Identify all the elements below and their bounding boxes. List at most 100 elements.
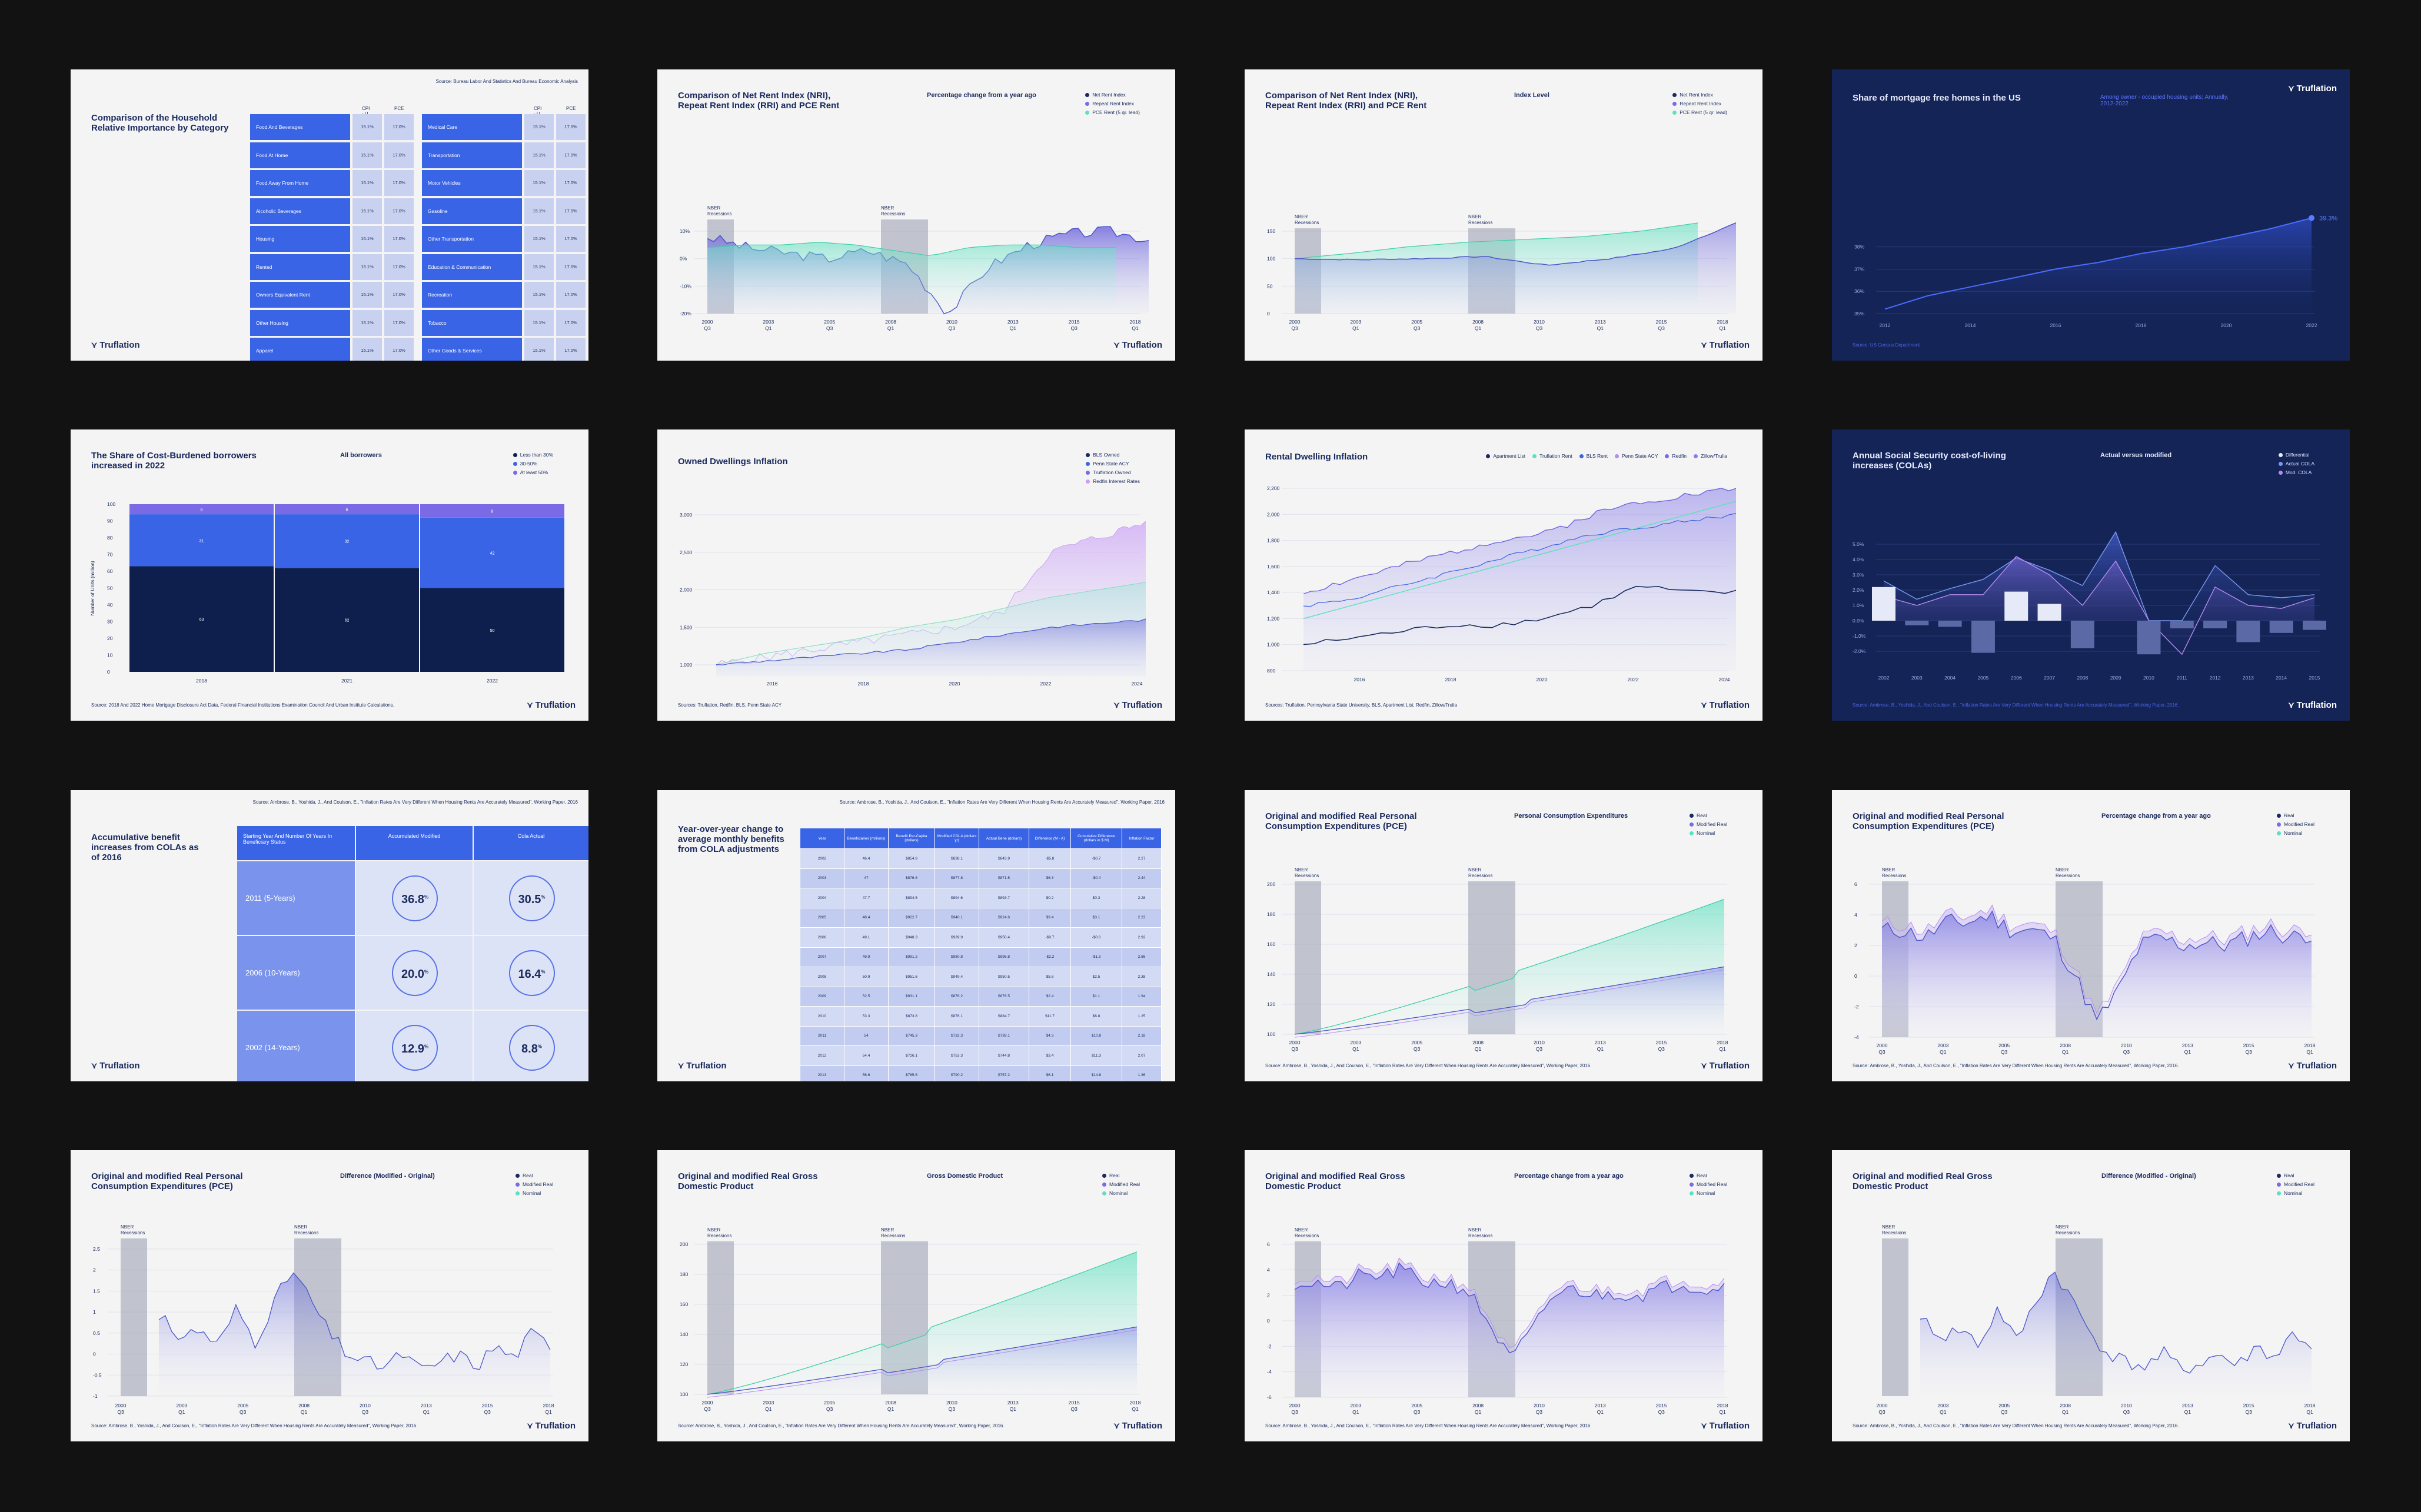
x-tick-label: 2014 xyxy=(1965,322,1976,328)
ring-value: 8.8% xyxy=(510,1043,554,1056)
x-tick-label: 2018 xyxy=(1717,1403,1728,1408)
x-tick-label: 2004 xyxy=(1944,675,1956,681)
differential-bar xyxy=(2236,621,2260,642)
legend-label: Real xyxy=(523,1173,533,1178)
table-cell: $877.8 xyxy=(935,868,979,888)
x-tick-label: 2008 xyxy=(885,1400,896,1406)
y-tick-label: 2,000 xyxy=(680,587,693,593)
legend: Real Modified Real Nominal xyxy=(2277,1171,2314,1198)
legend-label: Nominal xyxy=(1697,1190,1715,1196)
legend-item: Mod. COLA xyxy=(2278,468,2314,477)
legend-label: Apartment List xyxy=(1493,453,1526,459)
category-cell: Transportation xyxy=(422,142,522,168)
x-tick-label: 2018 xyxy=(1130,319,1141,325)
differential-bar xyxy=(2303,621,2326,630)
table-cell: 47 xyxy=(844,868,889,888)
x-tick-label: 2005 xyxy=(824,1400,835,1406)
table-cell: $894.5 xyxy=(888,888,935,908)
truflation-logo: ⋎ Truflation xyxy=(1701,1061,1750,1071)
table-cell: $931.1 xyxy=(888,986,935,1007)
recession-band xyxy=(1882,1238,1908,1396)
value-number: 12.9 xyxy=(401,1043,424,1055)
legend-item: Nominal xyxy=(2277,829,2314,838)
card-title: The Share of Cost-Burdened borrowers inc… xyxy=(91,451,257,471)
nber-label: NBER Recessions xyxy=(1882,867,1907,878)
table-cell: 46.4 xyxy=(844,848,889,869)
x-tick-label: 2016 xyxy=(767,681,778,687)
bar-value-label: 42 xyxy=(490,552,495,556)
legend-item: BLS Rent xyxy=(1579,452,1608,461)
legend-item: BLS Owned xyxy=(1086,451,1140,459)
x-tick-label: 2005 xyxy=(824,319,835,325)
y-tick-label: 100 xyxy=(1267,256,1275,262)
table-cell: $950.4 xyxy=(979,927,1029,948)
x-tick-sublabel: Q3 xyxy=(1658,1409,1665,1415)
col-header-pce: PCE xyxy=(394,106,404,111)
table-cell: $0.2 xyxy=(1029,888,1071,908)
header-cell: Year xyxy=(800,828,844,849)
legend-label: 30-50% xyxy=(520,461,538,467)
x-tick-label: 2022 xyxy=(2306,322,2317,328)
y-tick-label: 60 xyxy=(107,568,113,574)
x-tick-sublabel: Q3 xyxy=(2001,1049,2008,1055)
x-tick-label: 2000 xyxy=(702,319,713,325)
card-pce-pct: 6 4 2 0 -2 -4 2000 Q3 2003 Q1 2005 Q3 2008 Q1 2010 Q3 20… xyxy=(1832,790,2350,1081)
card-title: Original and modified Real Personal Cons… xyxy=(1853,811,2004,831)
nber-label: NBER Recessions xyxy=(707,205,732,217)
legend-label: Zillow/Trulia xyxy=(1700,453,1727,459)
y-tick-label: 1,200 xyxy=(1267,615,1280,621)
table-cell: $11.7 xyxy=(1029,1006,1071,1027)
y-tick-label: 1 xyxy=(93,1309,96,1315)
bar-value-label: 50 xyxy=(490,629,495,633)
legend-label: Nominal xyxy=(2284,830,2303,836)
header-cell: Cumulative Difference (dollars in $ M) xyxy=(1070,828,1122,849)
table-cell: $6.8 xyxy=(1070,1006,1122,1027)
table-cell: $948.3 xyxy=(888,927,935,948)
table-cell: $726.1 xyxy=(888,1045,935,1066)
y-tick-label: 0 xyxy=(93,1351,96,1357)
category-cell: Housing xyxy=(250,226,350,252)
cpi-value: 15.1% xyxy=(352,309,382,336)
legend: Net Rent Index Repeat Rent Index PCE Rent … xyxy=(1085,91,1140,117)
ring-cell: 12.9% xyxy=(356,1011,473,1081)
legend-swatch xyxy=(2278,462,2283,467)
nber-label: NBER Recessions xyxy=(2056,867,2080,878)
table-cell: $745.3 xyxy=(888,1025,935,1046)
legend-label: Mod. COLA xyxy=(2285,469,2312,475)
legend-label: Net Rent Index xyxy=(1092,92,1126,98)
legend-swatch xyxy=(2278,471,2283,475)
x-tick-label: 2022 xyxy=(487,678,498,684)
legend-label: Modified Real xyxy=(2284,821,2314,827)
truflation-mark-icon: ⋎ xyxy=(91,340,98,349)
y-tick-label: 36% xyxy=(1854,288,1864,294)
x-tick-sublabel: Q1 xyxy=(1352,1409,1359,1415)
table-cell: 2002 xyxy=(800,848,844,869)
legend: BLS Owned Penn State ACY Truflation Owned R… xyxy=(1086,451,1140,486)
table-cell: $2.4 xyxy=(1029,986,1071,1007)
progress-ring-icon: 30.5% xyxy=(508,875,555,921)
legend-item: Modified Real xyxy=(1690,1180,1727,1189)
legend-item: PCE Rent (5 qr. lead) xyxy=(1085,108,1140,117)
table-row: 2003 47 $876.8 $877.8 $871.5 $6.3 -$0.4 2.44 xyxy=(800,868,1162,888)
x-tick-label: 2010 xyxy=(946,319,957,325)
value-unit: % xyxy=(537,1044,542,1050)
y-tick-label: -2 xyxy=(1267,1343,1272,1349)
table-cell: 2.86 xyxy=(1122,947,1162,967)
legend-item: Modified Real xyxy=(1690,820,1727,829)
x-tick-sublabel: Q1 xyxy=(2306,1409,2313,1415)
x-tick-sublabel: Q3 xyxy=(2245,1049,2252,1055)
x-tick-sublabel: Q3 xyxy=(1658,325,1665,331)
table-cell: 2011 xyxy=(800,1025,844,1046)
nber-label: NBER Recessions xyxy=(294,1224,319,1235)
table-cell: -$2.2 xyxy=(1029,947,1071,967)
y-tick-label: 40 xyxy=(107,602,113,608)
x-tick-sublabel: Q1 xyxy=(2306,1049,2313,1055)
y-tick-label: 0.0% xyxy=(1853,618,1864,624)
cpi-value: 15.1% xyxy=(524,226,554,252)
card-accumulative-benefit: Source: Ambrose, B., Yoshida, J., And Co… xyxy=(71,790,588,1081)
x-tick-label: 2018 xyxy=(1717,319,1728,325)
y-tick-label: 50 xyxy=(107,585,113,591)
legend-label: Modified Real xyxy=(2284,1181,2314,1187)
card-pce-level: 200 180 160 140 120 100 2000 Q3 2003 Q1 2005 Q3 2008… xyxy=(1245,790,1762,1081)
card-gdp-pct: 6 4 2 0 -2 -4 -6 2000 Q3 2003 Q1 2005 Q3 2008 Q1 2010 Q3… xyxy=(1245,1150,1762,1441)
